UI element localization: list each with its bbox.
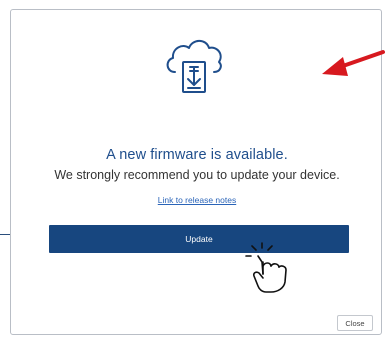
update-button-label: Update [185, 234, 213, 244]
screenshot-stage: A new firmware is available. We strongly… [0, 0, 385, 343]
firmware-headline: A new firmware is available. [106, 147, 288, 163]
close-button[interactable]: Close [337, 315, 373, 331]
release-notes-link[interactable]: Link to release notes [11, 195, 383, 205]
cloud-download-icon [161, 34, 227, 96]
update-recommendation-text: We strongly recommend you to update your… [54, 168, 340, 182]
firmware-update-dialog: A new firmware is available. We strongly… [10, 9, 382, 335]
update-button[interactable]: Update [49, 225, 349, 253]
close-button-label: Close [345, 318, 365, 328]
